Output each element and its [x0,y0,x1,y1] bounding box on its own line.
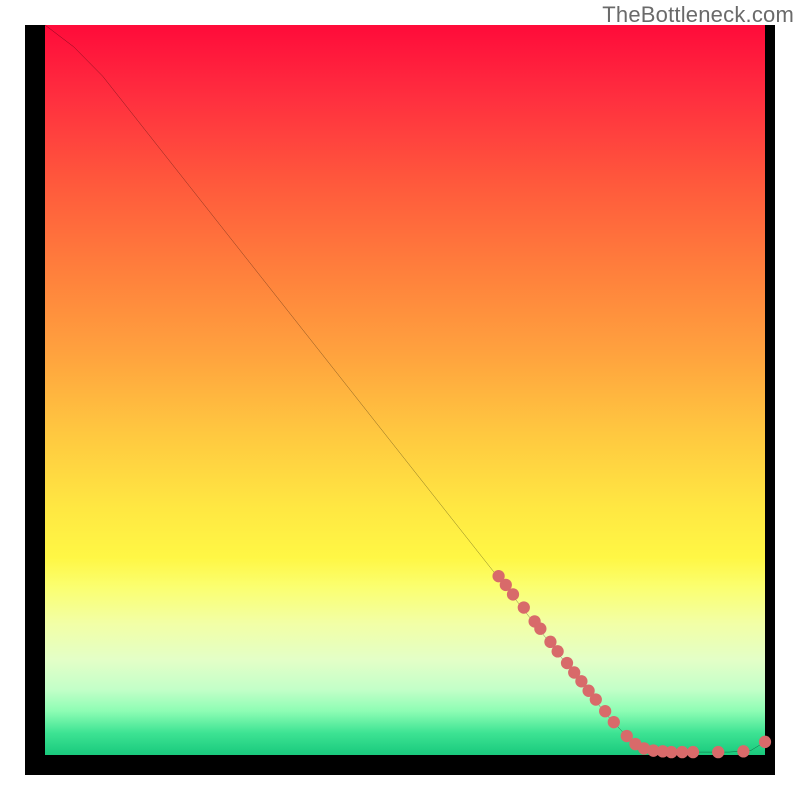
plot-area [45,25,765,755]
data-dot [507,588,519,600]
data-dot [599,705,611,717]
dot-group [492,570,771,758]
chart-svg [45,25,765,755]
data-dot [608,716,620,728]
curve-path [45,25,765,752]
data-dot [712,746,724,758]
plot-frame [25,25,775,775]
data-dot [590,693,602,705]
data-dot [534,623,546,635]
data-dot [665,746,677,758]
chart-container: TheBottleneck.com [0,0,800,800]
data-dot [687,746,699,758]
data-dot [676,746,688,758]
data-dot [552,645,564,657]
data-dot [759,736,771,748]
data-dot [518,601,530,613]
data-dot [737,745,749,757]
watermark-text: TheBottleneck.com [602,2,794,28]
